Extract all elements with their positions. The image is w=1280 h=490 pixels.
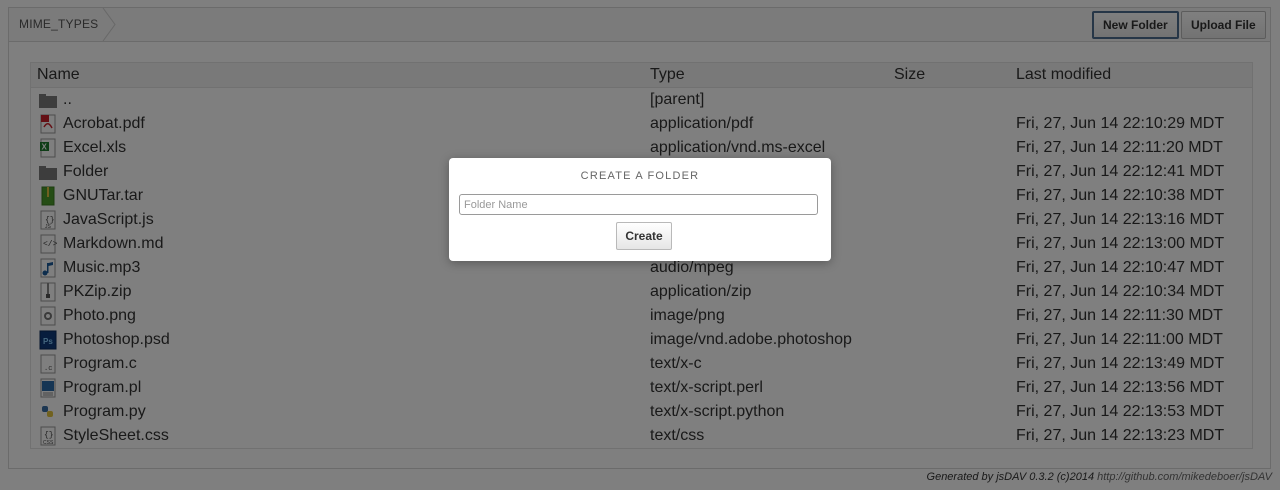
create-folder-dialog: CREATE A FOLDER Create [449,158,831,261]
dialog-title: CREATE A FOLDER [580,170,700,182]
folder-name-input[interactable] [459,194,818,215]
file-browser: MIME_TYPES New Folder Upload File Name T… [0,0,1280,490]
create-button[interactable]: Create [616,222,672,250]
